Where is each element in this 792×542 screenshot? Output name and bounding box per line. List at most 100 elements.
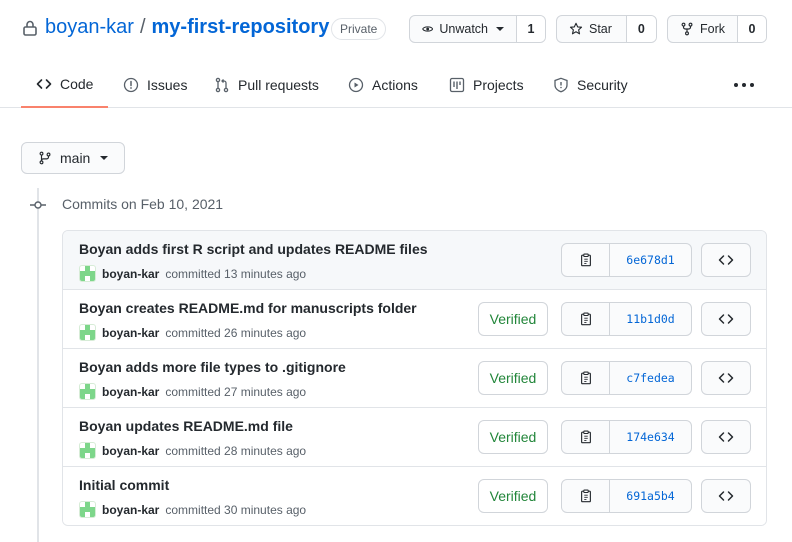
commit-icon xyxy=(30,201,46,209)
browse-repo-button[interactable] xyxy=(701,420,751,454)
lock-icon xyxy=(23,20,37,36)
tab-label: Pull requests xyxy=(238,77,319,93)
tab-pull-requests[interactable]: Pull requests xyxy=(214,62,319,108)
tab-actions[interactable]: Actions xyxy=(348,62,418,108)
clipboard-icon xyxy=(580,371,591,385)
star-button[interactable]: Star xyxy=(557,16,627,42)
branch-name: main xyxy=(60,150,91,166)
unwatch-button[interactable]: Unwatch xyxy=(410,16,517,42)
commit-row: Boyan adds first R script and updates RE… xyxy=(63,231,766,289)
tab-code[interactable]: Code xyxy=(21,62,109,108)
tab-label: Actions xyxy=(372,77,418,93)
copy-sha-button[interactable] xyxy=(562,303,610,335)
avatar[interactable] xyxy=(79,324,96,341)
commit-meta: boyan-kar committed 27 minutes ago xyxy=(79,383,306,400)
copy-sha-button[interactable] xyxy=(562,244,610,276)
avatar[interactable] xyxy=(79,501,96,518)
code-icon xyxy=(718,314,734,324)
repo-title: boyan-kar / my-first-repository xyxy=(45,16,329,39)
code-icon xyxy=(718,432,734,442)
chevron-down-icon xyxy=(100,156,109,160)
commit-author-link[interactable]: boyan-kar xyxy=(102,503,159,517)
tab-label: Code xyxy=(60,76,94,92)
commit-message-link[interactable]: Boyan adds more file types to .gitignore xyxy=(79,359,346,375)
commits-date-heading: Commits on Feb 10, 2021 xyxy=(62,196,224,212)
verified-badge[interactable]: Verified xyxy=(478,302,548,336)
browse-repo-button[interactable] xyxy=(701,302,751,336)
commit-message-link[interactable]: Boyan updates README.md file xyxy=(79,418,293,434)
code-icon xyxy=(36,79,52,89)
commit-sha-link[interactable]: 6e678d1 xyxy=(610,244,691,276)
play-icon xyxy=(348,77,364,93)
code-icon xyxy=(718,491,734,501)
code-icon xyxy=(718,255,734,265)
verified-badge[interactable]: Verified xyxy=(478,361,548,395)
branch-icon xyxy=(39,151,51,165)
avatar[interactable] xyxy=(79,265,96,282)
browse-repo-button[interactable] xyxy=(701,479,751,513)
copy-sha-button[interactable] xyxy=(562,421,610,453)
shield-icon xyxy=(554,77,568,93)
commit-sha-link[interactable]: c7fedea xyxy=(610,362,691,394)
browse-repo-button[interactable] xyxy=(701,243,751,277)
eye-icon xyxy=(422,26,434,32)
sha-button-group: 174e634 xyxy=(561,420,692,454)
commit-message-link[interactable]: Boyan creates README.md for manuscripts … xyxy=(79,300,417,316)
commit-row: Initial commit boyan-kar committed 30 mi… xyxy=(63,466,766,525)
more-options-icon[interactable] xyxy=(734,76,754,94)
verified-badge[interactable]: Verified xyxy=(478,479,548,513)
branch-select[interactable]: main xyxy=(21,142,125,174)
commit-author-link[interactable]: boyan-kar xyxy=(102,326,159,340)
copy-sha-button[interactable] xyxy=(562,362,610,394)
star-button-group: Star 0 xyxy=(556,15,657,43)
commit-time: committed 28 minutes ago xyxy=(165,443,307,458)
commit-time: committed 26 minutes ago xyxy=(165,325,307,340)
commit-author-link[interactable]: boyan-kar xyxy=(102,444,159,458)
forks-count[interactable]: 0 xyxy=(738,16,766,42)
issue-icon xyxy=(123,77,139,93)
visibility-badge: Private xyxy=(331,18,387,40)
commit-time: committed 13 minutes ago xyxy=(165,266,307,281)
browse-repo-button[interactable] xyxy=(701,361,751,395)
fork-button[interactable]: Fork xyxy=(668,16,738,42)
chevron-down-icon xyxy=(496,27,504,31)
commit-list: Boyan adds first R script and updates RE… xyxy=(62,230,767,526)
commit-sha-link[interactable]: 691a5b4 xyxy=(610,480,691,512)
fork-label: Fork xyxy=(700,22,725,36)
project-icon xyxy=(449,77,465,93)
commit-sha-link[interactable]: 174e634 xyxy=(610,421,691,453)
commit-time: committed 27 minutes ago xyxy=(165,384,307,399)
tab-projects[interactable]: Projects xyxy=(449,62,524,108)
fork-icon xyxy=(681,22,693,36)
tab-label: Security xyxy=(577,77,628,93)
code-icon xyxy=(718,373,734,383)
commit-meta: boyan-kar committed 26 minutes ago xyxy=(79,324,306,341)
repo-owner-link[interactable]: boyan-kar xyxy=(45,16,134,39)
copy-sha-button[interactable] xyxy=(562,480,610,512)
sha-button-group: 11b1d0d xyxy=(561,302,692,336)
avatar[interactable] xyxy=(79,383,96,400)
clipboard-icon xyxy=(580,489,591,503)
pull-request-icon xyxy=(215,77,229,93)
verified-badge[interactable]: Verified xyxy=(478,420,548,454)
unwatch-label: Unwatch xyxy=(439,22,488,36)
watchers-count[interactable]: 1 xyxy=(517,16,545,42)
commit-meta: boyan-kar committed 28 minutes ago xyxy=(79,442,306,459)
repo-name-link[interactable]: my-first-repository xyxy=(152,16,330,39)
tab-security[interactable]: Security xyxy=(553,62,628,108)
sha-button-group: 6e678d1 xyxy=(561,243,692,277)
commit-message-link[interactable]: Boyan adds first R script and updates RE… xyxy=(79,241,428,257)
tab-issues[interactable]: Issues xyxy=(123,62,187,108)
stargazers-count[interactable]: 0 xyxy=(626,16,656,42)
commit-message-link[interactable]: Initial commit xyxy=(79,477,169,493)
tab-label: Issues xyxy=(147,77,188,93)
commit-author-link[interactable]: boyan-kar xyxy=(102,385,159,399)
tab-label: Projects xyxy=(473,77,524,93)
commit-author-link[interactable]: boyan-kar xyxy=(102,267,159,281)
avatar[interactable] xyxy=(79,442,96,459)
clipboard-icon xyxy=(580,430,591,444)
commit-row: Boyan creates README.md for manuscripts … xyxy=(63,289,766,348)
commit-sha-link[interactable]: 11b1d0d xyxy=(610,303,691,335)
sha-button-group: c7fedea xyxy=(561,361,692,395)
clipboard-icon xyxy=(580,253,591,267)
